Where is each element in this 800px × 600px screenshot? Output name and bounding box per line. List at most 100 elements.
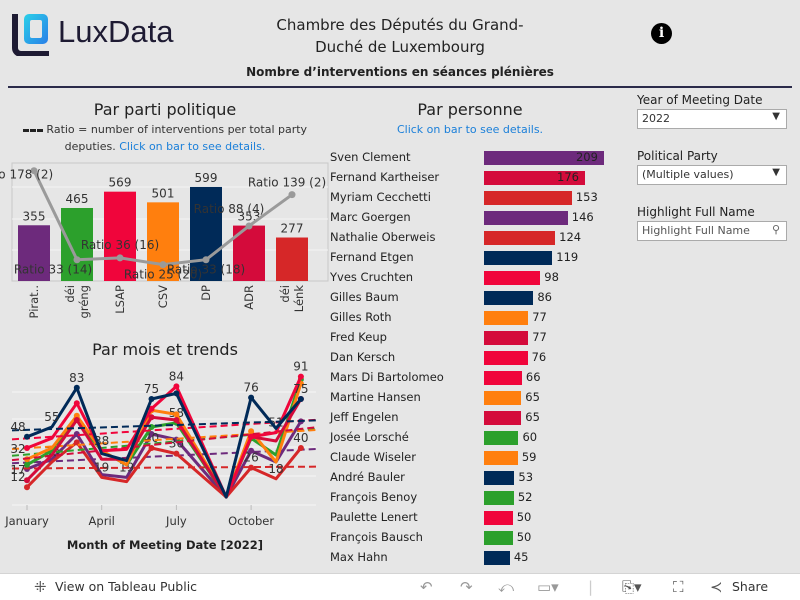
data-point [297,373,304,380]
party-bar-chart: 355Pirat..465déi gréng569LSAP501CSV599DP3… [0,162,329,318]
year-filter-select[interactable]: 2022 ▼ [637,109,787,129]
share-button[interactable]: Share [732,579,768,594]
dash-legend-icon [22,128,43,132]
person-value: 65 [525,410,540,424]
person-name: Jeff Engelen [330,410,399,424]
info-icon[interactable]: i [651,23,672,44]
party-bar[interactable] [276,237,308,281]
category-label: Pirat.. [27,285,41,318]
data-point [24,477,30,484]
data-point [297,445,304,451]
search-icon: ⚲ [771,223,780,236]
person-bar[interactable] [484,271,541,285]
person-value: 209 [575,150,598,164]
data-label: 17 [10,463,25,477]
data-label: 19 [94,460,109,474]
person-bar[interactable] [484,511,513,525]
person-bar[interactable] [484,331,529,345]
ratio-label: Ratio 33 (18) [167,263,245,277]
person-details-link[interactable]: Click on bar to see details. [370,121,570,138]
highlight-search-input[interactable]: Highlight Full Name ⚲ [637,221,787,241]
category-label: DP [199,285,213,301]
data-point [248,433,255,440]
page-subtitle: Nombre d’interventions en séances pléniè… [246,65,554,79]
person-value: 119 [556,250,579,264]
share-icon[interactable]: ≺ [710,578,723,596]
person-bar[interactable] [484,431,519,445]
tableau-logo-icon: ⁜ [34,578,47,596]
data-point [73,400,80,407]
highlight-placeholder: Highlight Full Name [642,224,750,237]
party-filter-value: (Multiple values) [642,168,734,181]
person-bar[interactable] [484,391,522,405]
data-label: 75 [144,382,159,396]
person-value: 59 [521,450,537,464]
person-bar[interactable] [484,211,568,225]
data-point [24,433,30,440]
bar-value-label: 599 [195,171,218,185]
ratio-point [288,191,296,199]
person-bar[interactable] [484,191,572,205]
party-filter-label: Political Party [637,149,718,163]
view-on-tableau-link[interactable]: View on Tableau Public [55,579,197,594]
data-point [148,396,155,402]
bar-value-label: 277 [281,222,304,236]
person-bar[interactable] [484,471,515,485]
trend-xlabel: Month of Meeting Date [2022] [66,538,264,552]
trend-line-chart: January April July October1912301940 3626184… [4,360,317,528]
x-tick-label: July [165,514,187,528]
person-name: Yves Cruchten [330,270,414,284]
person-bar[interactable] [484,531,513,545]
ratio-label: Ratio 88 (4) [194,202,265,216]
revert-icon[interactable]: ⤺ [498,578,514,596]
person-value: 53 [518,470,534,484]
person-bar[interactable] [484,291,534,305]
data-label: 48 [10,420,25,434]
luxdata-logo-icon [12,14,49,56]
logo-text: LuxData [58,14,174,49]
person-name: Gilles Roth [330,310,392,324]
person-name: Nathalie Oberweis [330,230,436,244]
party-details-link[interactable]: Click on bar to see details. [119,140,265,153]
person-bar[interactable] [484,451,518,465]
data-point [248,464,255,471]
data-label: 40 [293,431,308,445]
data-point [297,396,304,402]
person-bar[interactable] [484,311,529,325]
download-icon[interactable]: ⎘▾ [622,578,642,596]
refresh-icon[interactable]: ▭▾ [537,578,559,596]
redo-icon[interactable]: ↷ [460,578,473,596]
person-bar[interactable] [484,491,514,505]
data-label: 32 [10,442,25,456]
person-name: Dan Kersch [330,350,396,364]
data-point [173,450,180,457]
person-name: Fernand Kartheiser [330,170,440,184]
person-value: 153 [575,190,598,204]
person-bar[interactable] [484,231,556,245]
data-point [173,411,180,418]
person-bar[interactable] [484,351,528,365]
bar-value-label: 501 [152,186,175,200]
person-value: 77 [532,330,547,344]
toolbar-divider: | [588,578,594,596]
person-value: 76 [531,350,547,364]
fullscreen-icon[interactable]: ⛶ [673,578,684,596]
person-bar[interactable] [484,251,553,265]
person-name: Paulette Lenert [330,510,418,524]
person-value: 98 [544,270,559,284]
person-name: Myriam Cecchetti [330,190,431,204]
x-tick-label: April [89,514,115,528]
x-tick-label: January [4,514,49,528]
party-filter-select[interactable]: (Multiple values) ▼ [637,165,787,185]
data-label: 75 [293,382,308,396]
data-label: 55 [44,410,59,424]
bar-value-label: 465 [66,192,89,206]
undo-icon[interactable]: ↶ [420,578,433,596]
person-name: Mars Di Bartolomeo [330,370,444,384]
data-point [173,383,180,390]
person-bar[interactable] [484,371,522,385]
person-bar[interactable] [484,411,522,425]
data-point [73,384,80,391]
person-value: 45 [513,550,529,564]
person-bar[interactable] [484,551,510,565]
